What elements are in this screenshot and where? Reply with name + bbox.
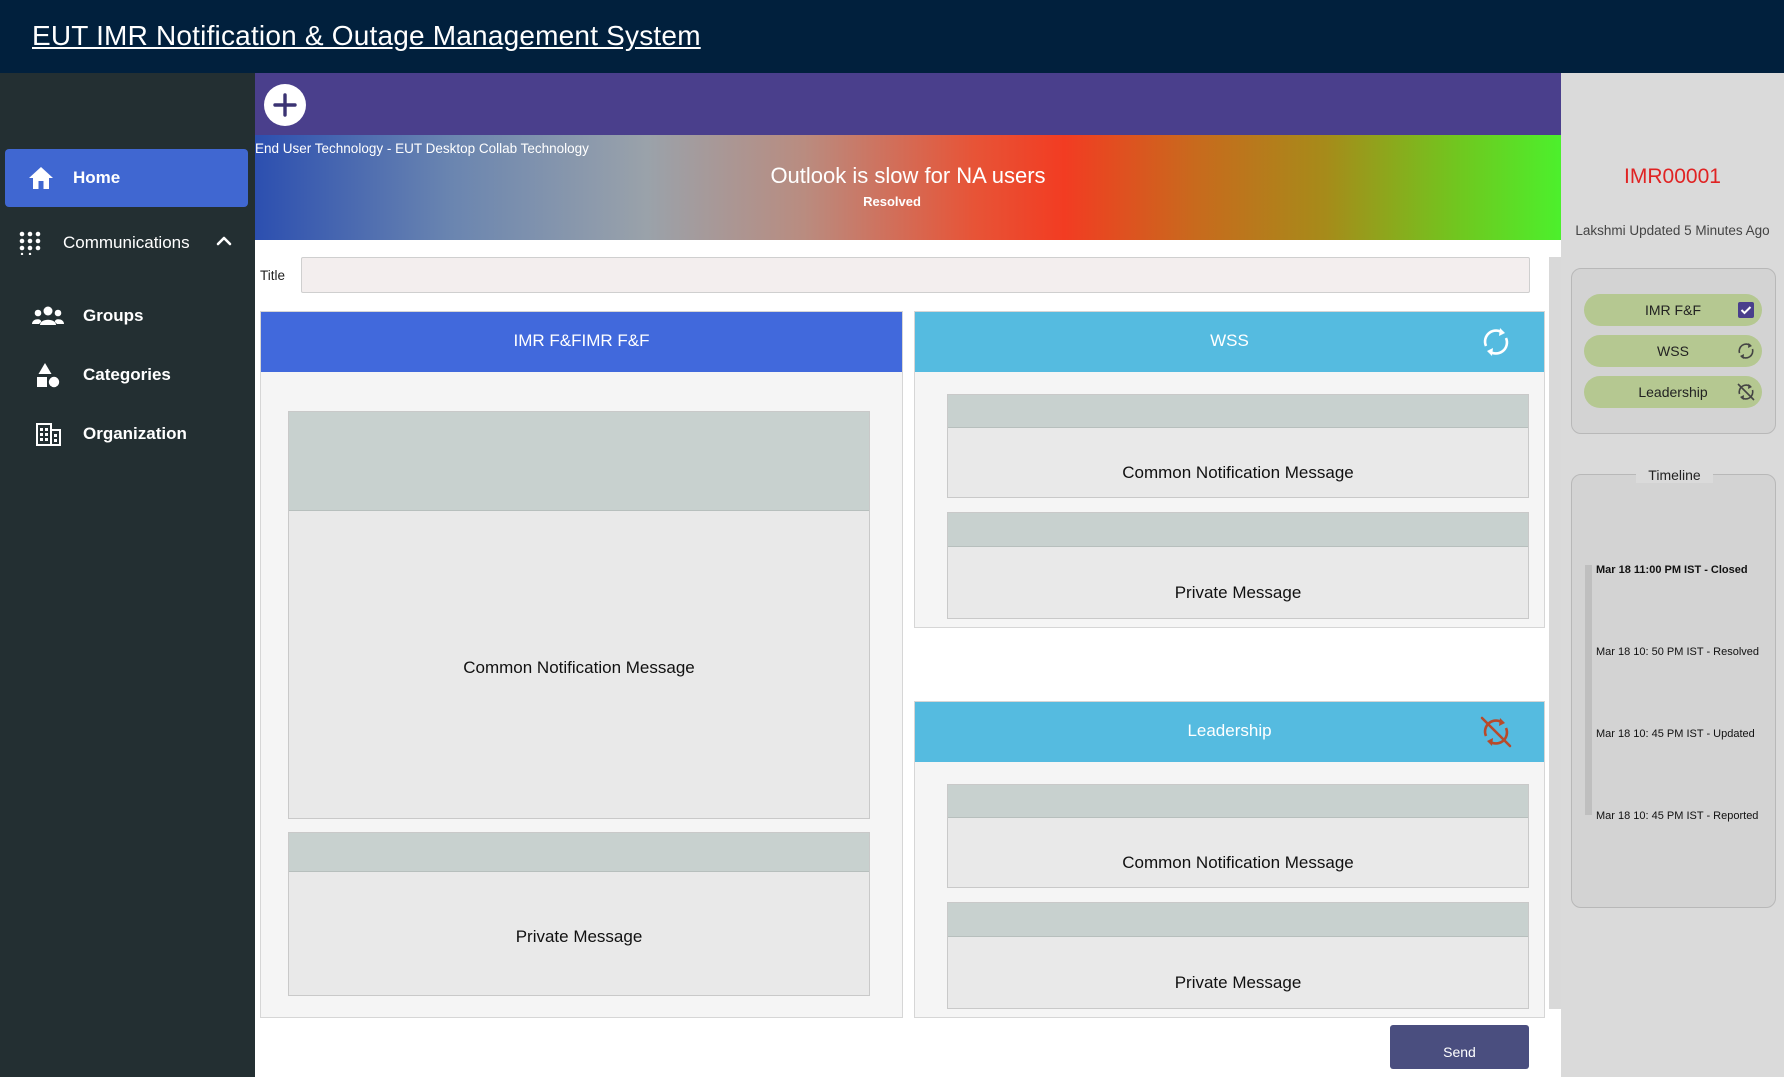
sidebar-item-label: Organization	[83, 424, 187, 443]
timeline: Timeline Mar 18 11:00 PM IST - Closed Ma…	[1571, 467, 1776, 908]
organization-path: End User Technology - EUT Desktop Collab…	[255, 141, 589, 156]
sidebar-item-communications[interactable]: Communications	[0, 223, 255, 263]
add-button[interactable]	[264, 84, 306, 126]
incident-details-panel: IMR00001 Lakshmi Updated 5 Minutes Ago I…	[1561, 73, 1784, 1077]
group-pill-wss[interactable]: WSS	[1584, 335, 1762, 367]
send-button[interactable]: Send	[1390, 1025, 1529, 1069]
organization-icon	[36, 423, 61, 446]
message-header-strip	[948, 903, 1528, 937]
sidebar-item-label: Communications	[63, 233, 190, 252]
common-message-label: Common Notification Message	[1122, 853, 1354, 872]
imr-panel: IMR F&FIMR F&F Common Notification Messa…	[260, 311, 903, 1018]
apps-grid-icon	[19, 231, 41, 255]
sidebar-item-label: Categories	[83, 365, 171, 384]
message-header-strip	[948, 785, 1528, 818]
refresh-icon[interactable]	[1736, 341, 1756, 361]
private-message-box[interactable]: Private Message	[288, 832, 870, 996]
private-message-box[interactable]: Private Message	[947, 512, 1529, 619]
message-header-strip	[289, 412, 869, 511]
message-header-strip	[948, 395, 1528, 428]
panel-title: Leadership	[1187, 721, 1272, 740]
sidebar-item-label: Home	[73, 168, 121, 187]
panel-title: WSS	[1210, 331, 1249, 350]
message-header-strip	[289, 833, 869, 872]
common-message-box[interactable]: Common Notification Message	[288, 411, 870, 819]
timeline-entry: Mar 18 10: 45 PM IST - Updated	[1596, 728, 1755, 740]
timeline-entry: Mar 18 10: 45 PM IST - Reported	[1596, 810, 1759, 822]
private-message-label: Private Message	[515, 927, 643, 946]
sidebar-item-groups[interactable]: Groups	[0, 295, 255, 335]
common-message-label: Common Notification Message	[1122, 463, 1354, 482]
wss-panel-header: WSS	[915, 312, 1544, 372]
wss-panel: WSS Common Notification Message Private …	[914, 311, 1545, 628]
title-input[interactable]	[301, 257, 1530, 293]
sidebar-item-label: Groups	[83, 306, 144, 325]
app-title[interactable]: EUT IMR Notification & Outage Management…	[32, 20, 701, 52]
leadership-panel-header: Leadership	[915, 702, 1544, 762]
sidebar-item-home[interactable]: Home	[5, 149, 248, 207]
common-message-label: Common Notification Message	[463, 658, 695, 677]
chevron-up-icon[interactable]	[214, 231, 234, 251]
title-label: Title	[260, 268, 286, 283]
leadership-panel: Leadership Common Notification Message P…	[914, 701, 1545, 1018]
app-header: EUT IMR Notification & Outage Management…	[0, 0, 1784, 73]
incident-headline: Outlook is slow for NA users	[770, 163, 1046, 188]
panel-title: IMR F&FIMR F&F	[513, 331, 650, 350]
incident-banner: End User Technology - EUT Desktop Collab…	[255, 135, 1561, 240]
common-message-box[interactable]: Common Notification Message	[947, 784, 1529, 888]
toolbar	[255, 73, 1561, 135]
group-pill-imr[interactable]: IMR F&F	[1584, 294, 1762, 326]
checkbox-checked-icon[interactable]	[1736, 300, 1756, 320]
sidebar-item-organization[interactable]: Organization	[0, 413, 255, 453]
private-message-label: Private Message	[1174, 973, 1302, 992]
private-message-label: Private Message	[1174, 583, 1302, 602]
timeline-title: Timeline	[1636, 467, 1713, 483]
last-updated-text: Lakshmi Updated 5 Minutes Ago	[1575, 223, 1770, 238]
categories-icon	[37, 363, 60, 388]
incident-id: IMR00001	[1624, 165, 1721, 188]
refresh-icon[interactable]	[1478, 324, 1514, 360]
notification-groups: IMR F&F WSS Leadership	[1571, 268, 1776, 434]
plus-icon	[273, 93, 297, 117]
groups-icon	[32, 306, 64, 325]
sync-disabled-icon[interactable]	[1478, 714, 1514, 750]
timeline-entry: Mar 18 11:00 PM IST - Closed	[1596, 564, 1748, 576]
private-message-box[interactable]: Private Message	[947, 902, 1529, 1009]
imr-panel-header: IMR F&FIMR F&F	[261, 312, 902, 372]
scrollbar[interactable]	[1549, 257, 1561, 1009]
common-message-box[interactable]: Common Notification Message	[947, 394, 1529, 498]
sync-disabled-icon[interactable]	[1736, 382, 1756, 402]
timeline-entry: Mar 18 10: 50 PM IST - Resolved	[1596, 646, 1760, 658]
timeline-bar	[1585, 565, 1592, 815]
home-icon	[29, 167, 53, 189]
group-pill-leadership[interactable]: Leadership	[1584, 376, 1762, 408]
sidebar-item-categories[interactable]: Categories	[0, 354, 255, 394]
status-badge: Resolved	[863, 194, 921, 209]
message-header-strip	[948, 513, 1528, 547]
sidebar: Home Communications Groups Categories Or…	[0, 73, 255, 1077]
